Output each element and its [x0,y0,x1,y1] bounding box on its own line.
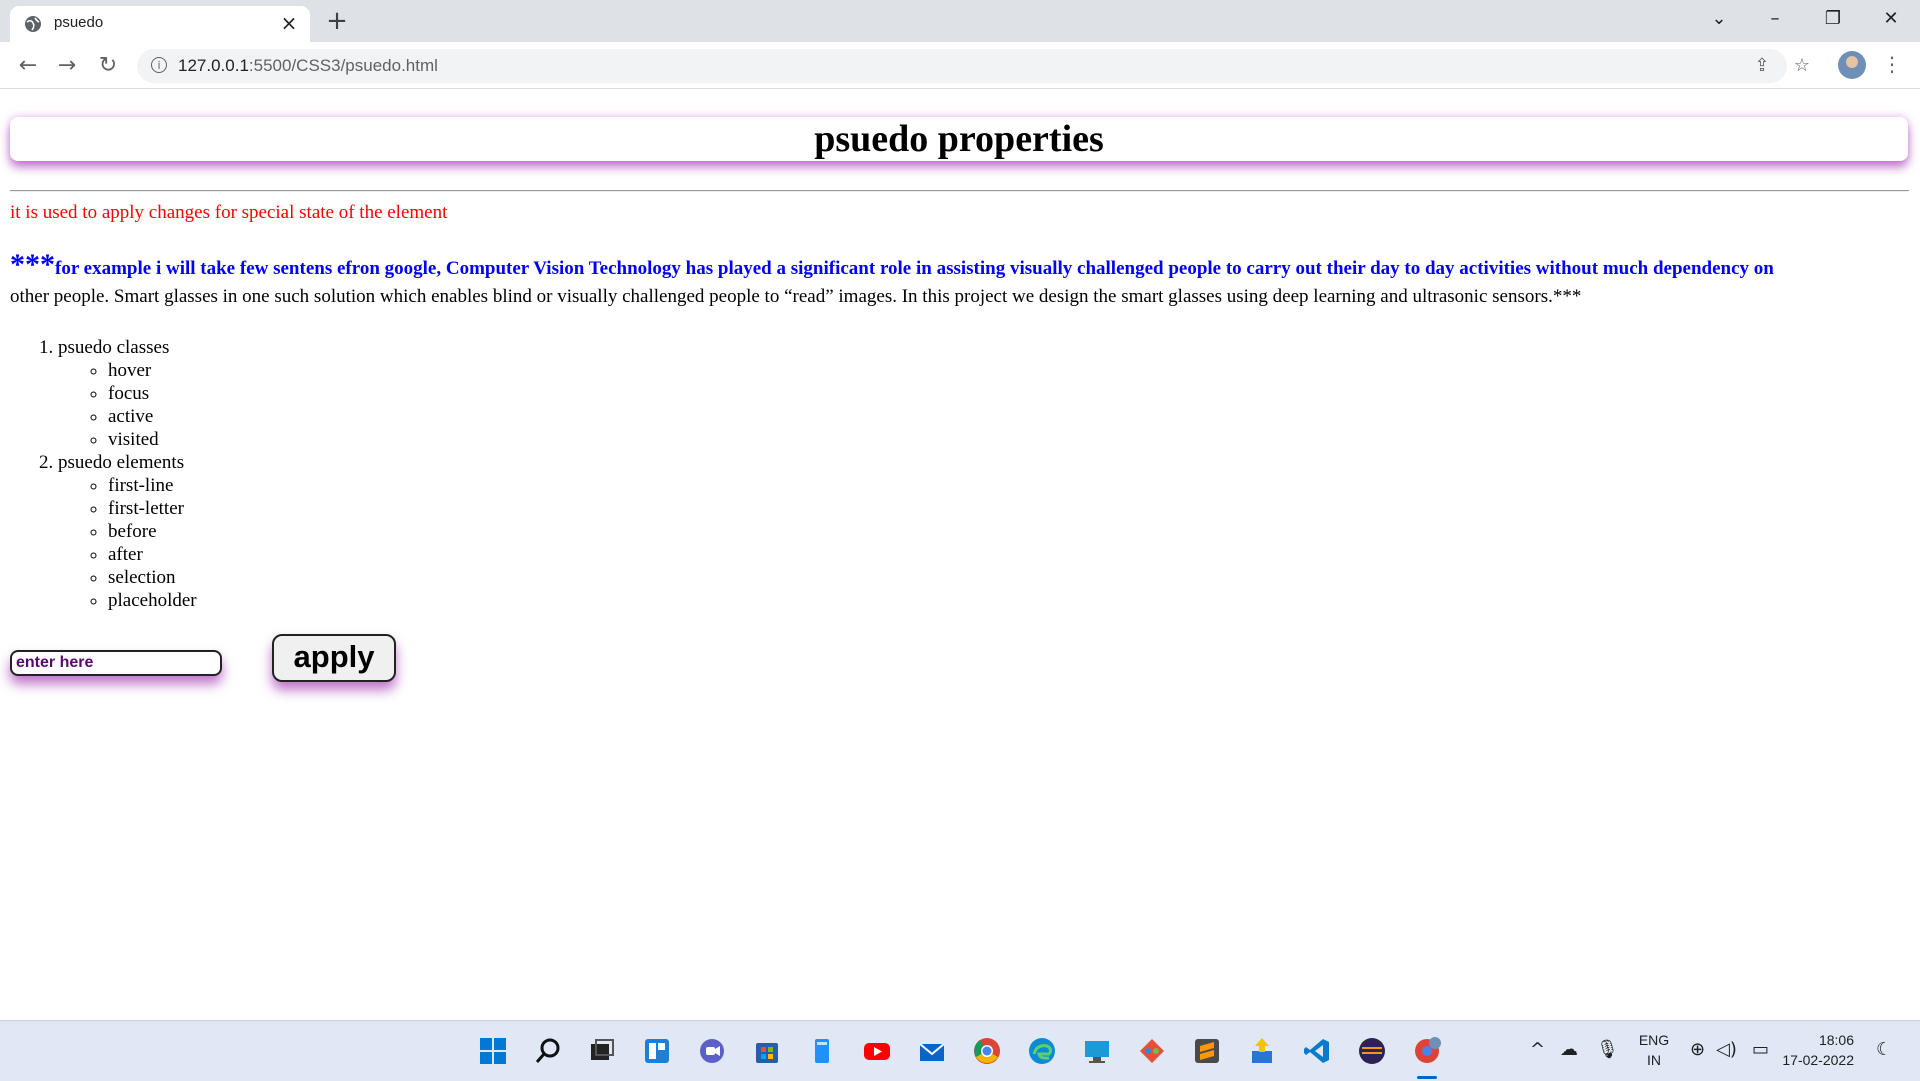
installer-icon[interactable] [1247,1036,1277,1066]
close-window-button[interactable]: ✕ [1868,4,1914,34]
eclipse-icon[interactable] [1357,1036,1387,1066]
heading-card: psuedo properties [10,117,1908,161]
paragraph-first-line: ***for example i will take few sentens e… [10,250,1774,280]
volume-icon[interactable]: ◁) [1716,1039,1737,1060]
globe-icon [25,16,41,32]
paragraph-rest-text: other people. Smart glasses in one such … [10,286,1582,307]
chrome-icon[interactable] [972,1036,1002,1066]
ordered-list: psuedo classes hover focus active visite… [10,336,197,612]
tab-psuedo[interactable]: psuedo × [10,6,310,42]
language-indicator[interactable]: ENG [1636,1032,1672,1048]
address-bar[interactable]: i 127.0.0.1:5500/CSS3/psuedo.html ⇪ ☆ [137,49,1810,83]
site-info-icon[interactable]: i [151,57,167,73]
microphone-icon[interactable]: 🎙 [1596,1039,1619,1060]
windows-taskbar: ^ ☁ 🎙 ENG IN ⊕ ◁) ▭ 18:06 17-02-2022 ☾ [0,1020,1920,1081]
text-input[interactable]: enter here [10,650,222,676]
store-icon[interactable] [752,1036,782,1066]
page-title: psuedo properties [814,118,1104,160]
profile-avatar[interactable] [1838,51,1866,79]
edge-icon[interactable] [1027,1036,1057,1066]
first-line-text: for example i will take few sentens efro… [55,258,1774,279]
web-page: psuedo properties it is used to apply ch… [0,89,1920,1019]
back-icon[interactable]: ← [14,52,42,80]
list-item: before [108,520,197,543]
menu-kebab-icon[interactable]: ⋮ [1882,52,1902,78]
close-tab-icon[interactable]: × [278,12,300,34]
focus-assist-moon-icon[interactable]: ☾ [1876,1039,1892,1060]
paragraph-stars: *** [10,248,55,281]
reload-icon[interactable]: ↻ [94,52,122,80]
bookmark-star-icon[interactable]: ☆ [1791,55,1813,77]
restore-button[interactable]: ❐ [1810,4,1856,34]
chat-icon[interactable] [697,1036,727,1066]
list-item: active [108,405,197,428]
list-item: focus [108,382,197,405]
network-icon[interactable]: ⊕ [1690,1039,1705,1060]
widgets-icon[interactable] [642,1036,672,1066]
new-tab-button[interactable]: + [325,8,349,34]
list-item: first-letter [108,497,197,520]
search-icon[interactable] [533,1036,563,1066]
list-item: after [108,543,197,566]
battery-icon[interactable]: ▭ [1752,1039,1769,1060]
list-item-label: psuedo elements [58,452,185,473]
browser-tab-strip: psuedo × + ⌄ – ❐ ✕ [0,0,1920,42]
nested-list: first-line first-letter before after sel… [58,474,197,612]
minimize-button[interactable]: – [1752,4,1798,34]
region-indicator[interactable]: IN [1636,1052,1672,1068]
list-item: visited [108,428,197,451]
psuedo-list: psuedo classes hover focus active visite… [10,336,197,612]
task-view-icon[interactable] [587,1036,617,1066]
share-icon[interactable]: ⇪ [1751,55,1773,77]
mail-icon[interactable] [917,1036,947,1066]
apply-button[interactable]: apply [272,634,396,682]
list-item: first-line [108,474,197,497]
onedrive-icon[interactable]: ☁ [1560,1039,1578,1060]
example-paragraph: ***for example i will take few sentens e… [10,250,1910,311]
list-item: placeholder [108,589,197,612]
list-item: psuedo elements first-line first-letter … [58,451,197,612]
tab-search-chevron-icon[interactable]: ⌄ [1696,4,1742,34]
vscode-icon[interactable] [1302,1036,1332,1066]
list-item: hover [108,359,197,382]
horizontal-rule [10,190,1909,192]
windows-start-icon[interactable] [478,1036,508,1066]
description-text: it is used to apply changes for special … [10,202,448,223]
clock-time[interactable]: 18:06 [1780,1032,1854,1048]
list-item-label: psuedo classes [58,337,170,358]
browser-toolbar: ← → ↻ i 127.0.0.1:5500/CSS3/psuedo.html … [0,42,1920,89]
clock-date[interactable]: 17-02-2022 [1780,1052,1854,1068]
url-path: :5500/CSS3/psuedo.html [248,56,438,75]
url-text[interactable]: 127.0.0.1:5500/CSS3/psuedo.html [178,56,438,76]
remote-desktop-icon[interactable] [1082,1036,1112,1066]
tab-title: psuedo [54,14,104,31]
chrome-profile-icon[interactable] [1412,1036,1442,1066]
file-explorer-icon[interactable] [807,1036,837,1066]
list-item: selection [108,566,197,589]
url-host: 127.0.0.1 [178,56,249,75]
chevron-up-icon[interactable]: ^ [1530,1039,1545,1060]
sublime-icon[interactable] [1192,1036,1222,1066]
nested-list: hover focus active visited [58,359,197,451]
youtube-icon[interactable] [862,1036,892,1066]
forward-icon[interactable]: → [53,52,81,80]
git-icon[interactable] [1137,1036,1167,1066]
active-app-indicator [1417,1076,1437,1079]
list-item: psuedo classes hover focus active visite… [58,336,197,451]
